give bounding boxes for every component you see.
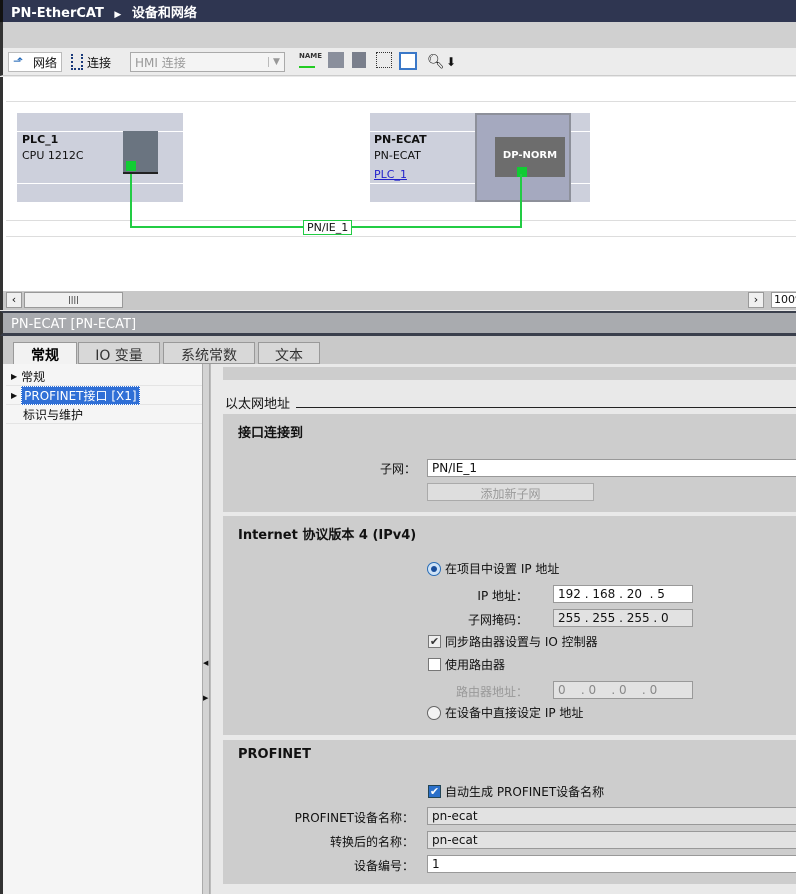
zoom-level-field[interactable]: 100%	[771, 292, 796, 308]
tree-item-general[interactable]: ▶ 常规	[11, 368, 45, 384]
scroll-thumb[interactable]: ||||	[24, 292, 123, 308]
device-name-field[interactable]: pn-ecat	[427, 807, 796, 825]
expand-right-icon[interactable]: ▶	[203, 694, 208, 702]
router-address-label: 路由器地址：	[455, 685, 528, 699]
checkbox-empty-icon	[428, 658, 441, 671]
profinet-port[interactable]	[126, 161, 136, 171]
subnet-label[interactable]: PN/IE_1	[303, 220, 353, 235]
breadcrumb-page: 设备和网络	[131, 6, 197, 21]
tree-item-profinet-interface[interactable]: ▶ PROFINET接口 [X1]	[11, 385, 140, 405]
subnet-mask-label: 子网掩码：	[467, 613, 528, 627]
radio-unselected-icon	[427, 705, 441, 720]
use-router-checkbox[interactable]: 使用路由器	[428, 656, 505, 673]
zoom-icon[interactable]: 🔍︎	[427, 52, 445, 72]
connection-icon	[71, 54, 83, 70]
sync-router-checkbox[interactable]: ✔ 同步路由器设置与 IO 控制器	[428, 633, 598, 650]
checkmark-icon: ✔	[428, 785, 441, 798]
collapse-left-icon[interactable]: ◀	[203, 659, 208, 667]
table-view-icon[interactable]	[399, 52, 417, 70]
device-number-field[interactable]: 1	[427, 855, 796, 873]
profinet-section: PROFINET ✔ 自动生成 PROFINET设备名称 PROFINET设备名称…	[223, 740, 796, 884]
ipv4-section: Internet 协议版本 4 (IPv4) 在项目中设置 IP 地址 IP 地…	[223, 516, 796, 735]
section-title: 接口连接到	[238, 426, 304, 441]
panel-splitter[interactable]: ◀ ▶	[202, 364, 210, 894]
plc-module-icon	[123, 131, 158, 174]
add-subnet-button[interactable]: 添加新子网	[427, 483, 594, 501]
device-name-icon[interactable]: NAME	[299, 52, 322, 68]
page-break-icon[interactable]	[352, 52, 366, 68]
breadcrumb-separator-icon: ▶	[114, 10, 122, 20]
scroll-left-icon[interactable]: ‹	[6, 292, 22, 308]
horizontal-scrollbar[interactable]: ‹ |||| › 100%	[0, 291, 796, 310]
chevron-down-icon: ▼	[268, 57, 284, 67]
network-cursor-icon: ⬏	[13, 54, 24, 68]
device-number-label: 设备编号：	[353, 859, 414, 873]
expand-icon[interactable]: ▶	[11, 391, 17, 400]
tree-item-identification[interactable]: 标识与维护	[23, 406, 83, 422]
tab-texts[interactable]: 文本	[258, 342, 320, 364]
section-title: Internet 协议版本 4 (IPv4)	[238, 528, 417, 543]
breadcrumb-project[interactable]: PN-EtherCAT	[11, 6, 104, 21]
inspector-tree: ▶ 常规 ▶ PROFINET接口 [X1] 标识与维护	[0, 364, 202, 894]
show-address-icon[interactable]	[328, 52, 344, 68]
device-name: PN-ECAT	[374, 133, 427, 146]
device-type: CPU 1212C	[22, 149, 84, 162]
connection-type-dropdown[interactable]: HMI 连接 ▼	[130, 52, 285, 72]
tab-system-constants[interactable]: 系统常数	[163, 342, 255, 364]
device-name: PLC_1	[22, 133, 59, 146]
checkmark-icon: ✔	[428, 635, 441, 648]
converted-name-field: pn-ecat	[427, 831, 796, 849]
converted-name-label: 转换后的名称：	[329, 835, 414, 849]
device-type: PN-ECAT	[374, 149, 421, 162]
ethernet-heading: 以太网地址	[225, 393, 796, 412]
network-view-button[interactable]: ⬏ 网络	[8, 52, 63, 72]
network-canvas[interactable]: PLC_1 CPU 1212C PN-ECAT PN-ECAT PLC_1 DP…	[0, 77, 796, 291]
device-name-label: PROFINET设备名称：	[294, 811, 414, 825]
interface-section: 接口连接到 子网： PN/IE_1 添加新子网	[223, 414, 796, 512]
tab-io-tags[interactable]: IO 变量	[78, 342, 160, 364]
subnet-mask-field[interactable]: 255 . 255 . 255 . 0	[553, 609, 693, 627]
router-address-field: 0 . 0 . 0 . 0	[553, 681, 693, 699]
auto-generate-name-checkbox[interactable]: ✔ 自动生成 PROFINET设备名称	[428, 783, 604, 800]
breadcrumb: PN-EtherCAT ▶ 设备和网络	[0, 0, 796, 22]
view-tabs-band	[0, 22, 796, 48]
subnet-label: 子网：	[379, 462, 416, 476]
module-label: DP-NORM	[495, 137, 565, 177]
tab-general[interactable]: 常规	[13, 342, 77, 365]
inspector-tabs: 常规 IO 变量 系统常数 文本	[0, 336, 796, 365]
download-icon[interactable]: ⬇	[446, 52, 456, 72]
inspector-title: PN-ECAT [PN-ECAT]	[0, 311, 796, 336]
radio-set-ip-on-device[interactable]: 在设备中直接设定 IP 地址	[427, 704, 583, 721]
properties-content: 以太网地址 接口连接到 子网： PN/IE_1 添加新子网 Internet 协…	[210, 364, 796, 894]
ip-address-label: IP 地址：	[477, 589, 528, 603]
radio-set-ip-in-project[interactable]: 在项目中设置 IP 地址	[427, 560, 559, 577]
connect-button[interactable]: 连接	[71, 52, 111, 72]
section-title: PROFINET	[238, 747, 311, 762]
grid-icon[interactable]	[376, 52, 392, 68]
radio-selected-icon	[427, 561, 441, 576]
scroll-right-icon[interactable]: ›	[748, 292, 764, 308]
network-toolbar: ⬏ 网络 连接 HMI 连接 ▼ NAME 🔍︎ ⬇	[0, 48, 796, 76]
subnet-field[interactable]: PN/IE_1	[427, 459, 796, 477]
ip-address-field[interactable]: 192 . 168 . 20 . 5	[553, 585, 693, 603]
expand-icon[interactable]: ▶	[11, 372, 17, 381]
